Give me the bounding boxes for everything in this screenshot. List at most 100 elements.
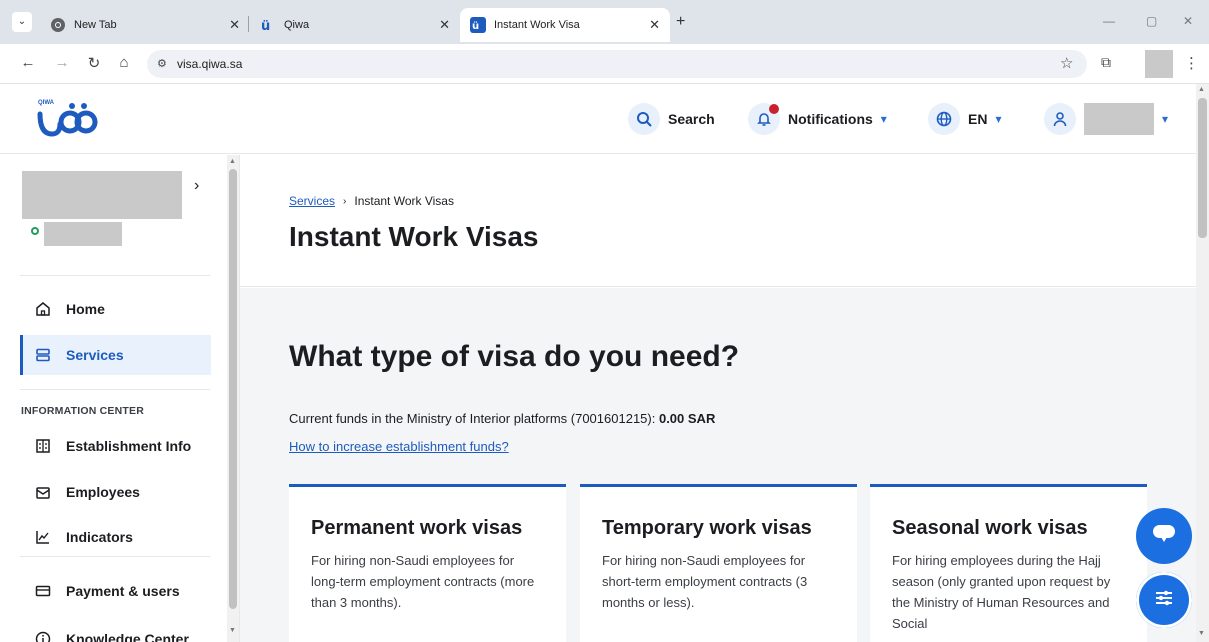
sidebar-item-employees[interactable]: Employees <box>20 472 211 512</box>
tab-new-tab[interactable]: New Tab ✕ <box>40 8 250 42</box>
home-icon <box>34 300 52 318</box>
funds-info: Current funds in the Ministry of Interio… <box>289 411 715 426</box>
breadcrumb: Services › Instant Work Visas <box>289 194 454 208</box>
card-description: For hiring non-Saudi employees for long-… <box>311 553 535 610</box>
visa-card-temporary[interactable]: Temporary work visas For hiring non-Saud… <box>580 484 857 642</box>
extensions-icon[interactable]: ⧉ <box>1101 54 1111 71</box>
funds-value: 0.00 SAR <box>658 411 716 426</box>
info-icon <box>34 630 52 642</box>
globe-icon <box>928 103 960 135</box>
employees-icon <box>34 483 52 501</box>
page-title: Instant Work Visas <box>289 221 539 252</box>
breadcrumb-link-services[interactable]: Services <box>289 194 335 208</box>
search-icon <box>628 103 660 135</box>
forward-arrow-icon[interactable]: → <box>52 54 72 71</box>
search-label: Search <box>668 111 715 127</box>
building-icon <box>34 437 52 455</box>
sidebar-divider <box>20 556 210 557</box>
chat-button[interactable] <box>1136 508 1192 564</box>
sidebar: › Home Services INFORMATION CENTER Estab… <box>0 155 240 642</box>
back-arrow-icon[interactable]: ← <box>18 54 38 71</box>
sidebar-item-payment-users[interactable]: Payment & users <box>20 571 211 611</box>
accessibility-settings-button[interactable] <box>1136 572 1192 628</box>
app-header: QIWA Search Notifications ▾ EN ▾ ▾ <box>0 84 1196 154</box>
tab-title: Instant Work Visa <box>494 19 580 31</box>
sidebar-item-label: Services <box>66 347 124 363</box>
sidebar-item-label: Payment & users <box>66 583 180 599</box>
close-icon[interactable]: ✕ <box>439 17 450 33</box>
tab-title: Qiwa <box>284 19 310 31</box>
bookmark-star-icon[interactable]: ☆ <box>1060 54 1073 72</box>
visa-card-permanent[interactable]: Permanent work visas For hiring non-Saud… <box>289 484 566 642</box>
tab-title: New Tab <box>74 19 117 31</box>
status-text-redacted <box>44 222 122 246</box>
tab-qiwa[interactable]: ü Qiwa ✕ <box>250 8 460 42</box>
profile-avatar-redacted[interactable] <box>1145 50 1173 78</box>
close-icon[interactable]: ✕ <box>229 17 240 33</box>
sidebar-item-indicators[interactable]: Indicators <box>20 517 211 557</box>
notifications-button[interactable]: Notifications ▾ <box>748 103 887 135</box>
notification-badge <box>769 104 779 114</box>
scroll-down-arrow-icon[interactable]: ▼ <box>229 627 236 634</box>
sidebar-divider <box>20 389 210 390</box>
window-close-icon[interactable]: ✕ <box>1183 14 1193 28</box>
sidebar-section-title: INFORMATION CENTER <box>21 405 144 417</box>
card-description: For hiring employees during the Hajj sea… <box>892 553 1111 631</box>
sliders-icon <box>1152 586 1176 615</box>
bell-icon <box>748 103 780 135</box>
funds-text: Current funds in the Ministry of Interio… <box>289 411 656 426</box>
language-label: EN <box>968 111 988 127</box>
user-menu-button[interactable]: ▾ <box>1044 103 1168 135</box>
restore-icon[interactable]: ▢ <box>1146 14 1157 28</box>
svg-text:ü: ü <box>261 19 270 33</box>
tab-instant-work-visa[interactable]: ü Instant Work Visa ✕ <box>460 8 670 42</box>
establishment-name-redacted[interactable] <box>22 171 182 219</box>
language-button[interactable]: EN ▾ <box>928 103 1001 135</box>
url-text[interactable]: visa.qiwa.sa <box>177 57 242 71</box>
home-icon[interactable]: ⌂ <box>114 54 134 71</box>
new-tab-plus-icon[interactable]: + <box>676 13 685 31</box>
sidebar-item-knowledge-center[interactable]: Knowledge Center <box>20 619 211 642</box>
close-icon[interactable]: ✕ <box>649 17 660 33</box>
scroll-up-arrow-icon[interactable]: ▲ <box>229 158 236 165</box>
chevron-down-icon: ▾ <box>880 112 887 126</box>
main-content: What type of visa do you need? Current f… <box>240 288 1196 642</box>
page-scrollbar-thumb[interactable] <box>1198 98 1207 238</box>
sidebar-item-home[interactable]: Home <box>20 289 211 329</box>
sidebar-item-label: Establishment Info <box>66 438 192 454</box>
chrome-icon <box>50 17 66 33</box>
minimize-icon[interactable]: — <box>1103 14 1115 28</box>
chevron-down-icon: ▾ <box>1162 112 1169 126</box>
increase-funds-link[interactable]: How to increase establishment funds? <box>289 439 509 454</box>
chevron-down-icon: ▾ <box>995 112 1002 126</box>
sidebar-item-label: Indicators <box>66 529 133 545</box>
sidebar-item-label: Home <box>66 301 105 317</box>
logo-text: QIWA <box>38 100 55 106</box>
page-header: Services › Instant Work Visas Instant Wo… <box>240 155 1196 287</box>
sidebar-item-services[interactable]: Services <box>20 335 211 375</box>
qiwa-favicon-icon: ü <box>470 17 486 33</box>
notifications-label: Notifications <box>788 111 873 127</box>
card-icon <box>34 582 52 600</box>
status-indicator <box>31 227 39 235</box>
tab-search-chevron-icon[interactable]: ⌄ <box>12 12 32 32</box>
url-field[interactable] <box>147 50 1087 78</box>
reload-icon[interactable]: ↻ <box>84 54 104 72</box>
qiwa-favicon-icon: ü <box>260 17 276 34</box>
services-icon <box>34 346 52 364</box>
sidebar-item-establishment-info[interactable]: Establishment Info <box>20 426 211 466</box>
qiwa-logo[interactable]: QIWA <box>30 94 100 144</box>
chevron-right-icon[interactable]: › <box>194 177 199 195</box>
search-button[interactable]: Search <box>628 103 715 135</box>
browser-menu-icon[interactable]: ⋮ <box>1184 54 1199 72</box>
chat-bubble-icon <box>1151 522 1177 551</box>
visa-card-seasonal[interactable]: Seasonal work visas For hiring employees… <box>870 484 1147 642</box>
card-title: Seasonal work visas <box>892 517 1088 539</box>
scroll-down-arrow-icon[interactable]: ▼ <box>1198 630 1205 637</box>
user-icon <box>1044 103 1076 135</box>
sidebar-scrollbar-thumb[interactable] <box>229 169 237 609</box>
svg-text:ü: ü <box>472 21 479 32</box>
scroll-up-arrow-icon[interactable]: ▲ <box>1198 86 1205 93</box>
site-settings-icon[interactable]: ⚙ <box>157 57 167 70</box>
breadcrumb-current: Instant Work Visas <box>354 194 454 208</box>
